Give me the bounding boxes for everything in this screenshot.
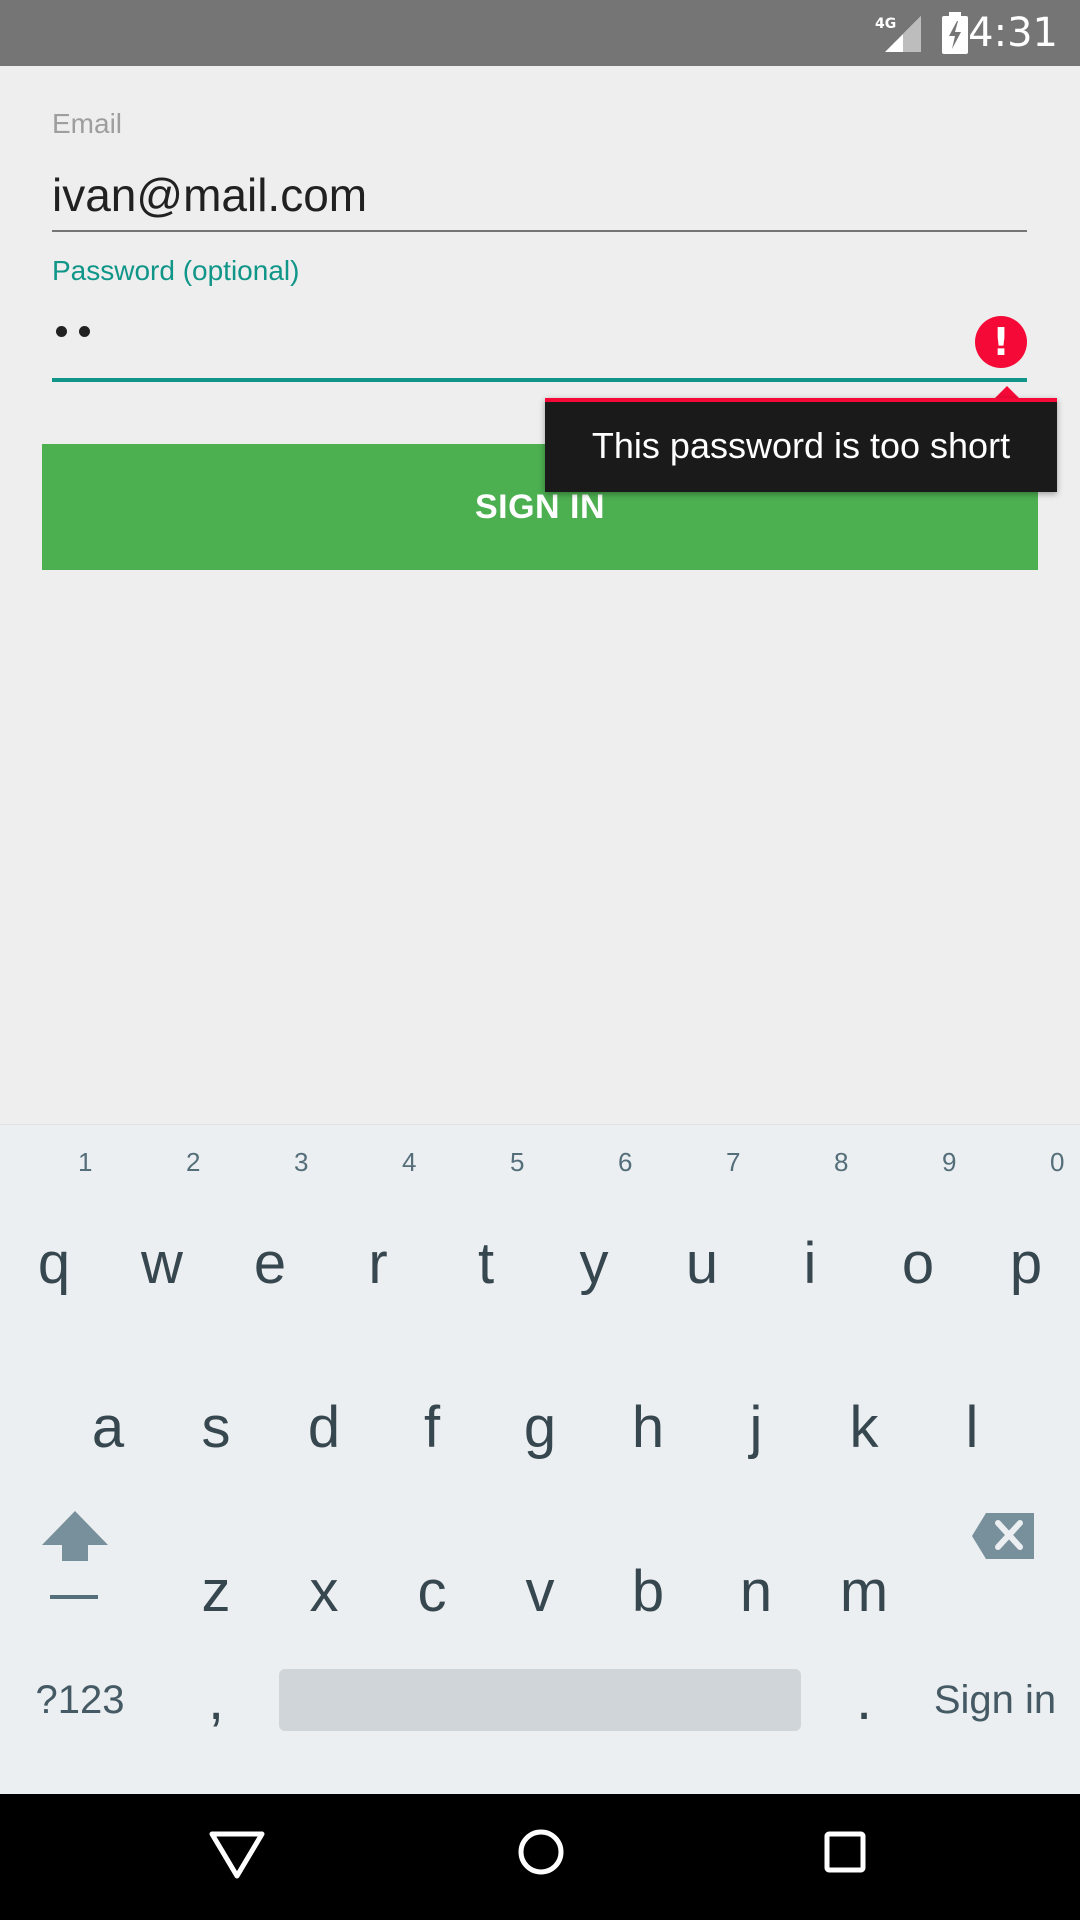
key-e[interactable]: e: [216, 1209, 324, 1319]
battery-charging-icon: [942, 12, 968, 54]
key-j[interactable]: j: [702, 1373, 810, 1483]
keyboard: q w e r t y u i o p 1 2 3 4 5 6 7 8 9 0 …: [0, 1124, 1080, 1795]
status-bar: 4G 4:31: [0, 0, 1080, 66]
error-icon[interactable]: !: [975, 316, 1027, 368]
error-tooltip: This password is too short: [545, 398, 1057, 492]
symbols-key[interactable]: ?123: [10, 1669, 150, 1731]
navigation-bar: [0, 1794, 1080, 1920]
key-hint-3: 3: [294, 1147, 309, 1177]
key-a[interactable]: a: [54, 1373, 162, 1483]
network-type-label: 4G: [875, 16, 896, 32]
key-z[interactable]: z: [162, 1537, 270, 1647]
key-hint-8: 8: [834, 1147, 849, 1177]
key-v[interactable]: v: [486, 1537, 594, 1647]
space-bar[interactable]: [279, 1669, 801, 1731]
key-x[interactable]: x: [270, 1537, 378, 1647]
password-label: Password (optional): [52, 255, 300, 286]
key-g[interactable]: g: [486, 1373, 594, 1483]
key-hint-1: 1: [78, 1147, 93, 1177]
period-key[interactable]: .: [810, 1645, 918, 1755]
key-l[interactable]: l: [918, 1373, 1026, 1483]
password-underline: [52, 378, 1027, 382]
key-y[interactable]: y: [540, 1209, 648, 1319]
email-input[interactable]: [52, 162, 1027, 228]
recents-icon[interactable]: [824, 1831, 866, 1873]
key-b[interactable]: b: [594, 1537, 702, 1647]
key-s[interactable]: s: [162, 1373, 270, 1483]
email-underline: [52, 230, 1027, 232]
key-i[interactable]: i: [756, 1209, 864, 1319]
key-t[interactable]: t: [432, 1209, 540, 1319]
key-c[interactable]: c: [378, 1537, 486, 1647]
key-q[interactable]: q: [0, 1209, 108, 1319]
key-u[interactable]: u: [648, 1209, 756, 1319]
key-m[interactable]: m: [810, 1537, 918, 1647]
key-h[interactable]: h: [594, 1373, 702, 1483]
key-d[interactable]: d: [270, 1373, 378, 1483]
backspace-icon[interactable]: [970, 1509, 1038, 1563]
home-icon[interactable]: [517, 1828, 565, 1876]
key-hint-4: 4: [402, 1147, 417, 1177]
key-hint-9: 9: [942, 1147, 957, 1177]
signal-4g-icon: 4G: [875, 16, 921, 52]
key-o[interactable]: o: [864, 1209, 972, 1319]
email-label: Email: [52, 108, 123, 139]
password-input[interactable]: [56, 322, 106, 342]
clock: 4:31: [968, 10, 1058, 56]
key-p[interactable]: p: [972, 1209, 1080, 1319]
shift-icon[interactable]: [38, 1505, 112, 1605]
key-hint-0: 0: [1050, 1147, 1065, 1177]
key-k[interactable]: k: [810, 1373, 918, 1483]
key-hint-6: 6: [618, 1147, 633, 1177]
key-r[interactable]: r: [324, 1209, 432, 1319]
key-hint-5: 5: [510, 1147, 525, 1177]
key-f[interactable]: f: [378, 1373, 486, 1483]
key-hint-7: 7: [726, 1147, 741, 1177]
key-n[interactable]: n: [702, 1537, 810, 1647]
sign-in-action-key[interactable]: Sign in: [920, 1669, 1070, 1731]
back-icon[interactable]: [208, 1830, 266, 1880]
comma-key[interactable]: ,: [162, 1645, 270, 1755]
key-hint-2: 2: [186, 1147, 201, 1177]
key-w[interactable]: w: [108, 1209, 216, 1319]
